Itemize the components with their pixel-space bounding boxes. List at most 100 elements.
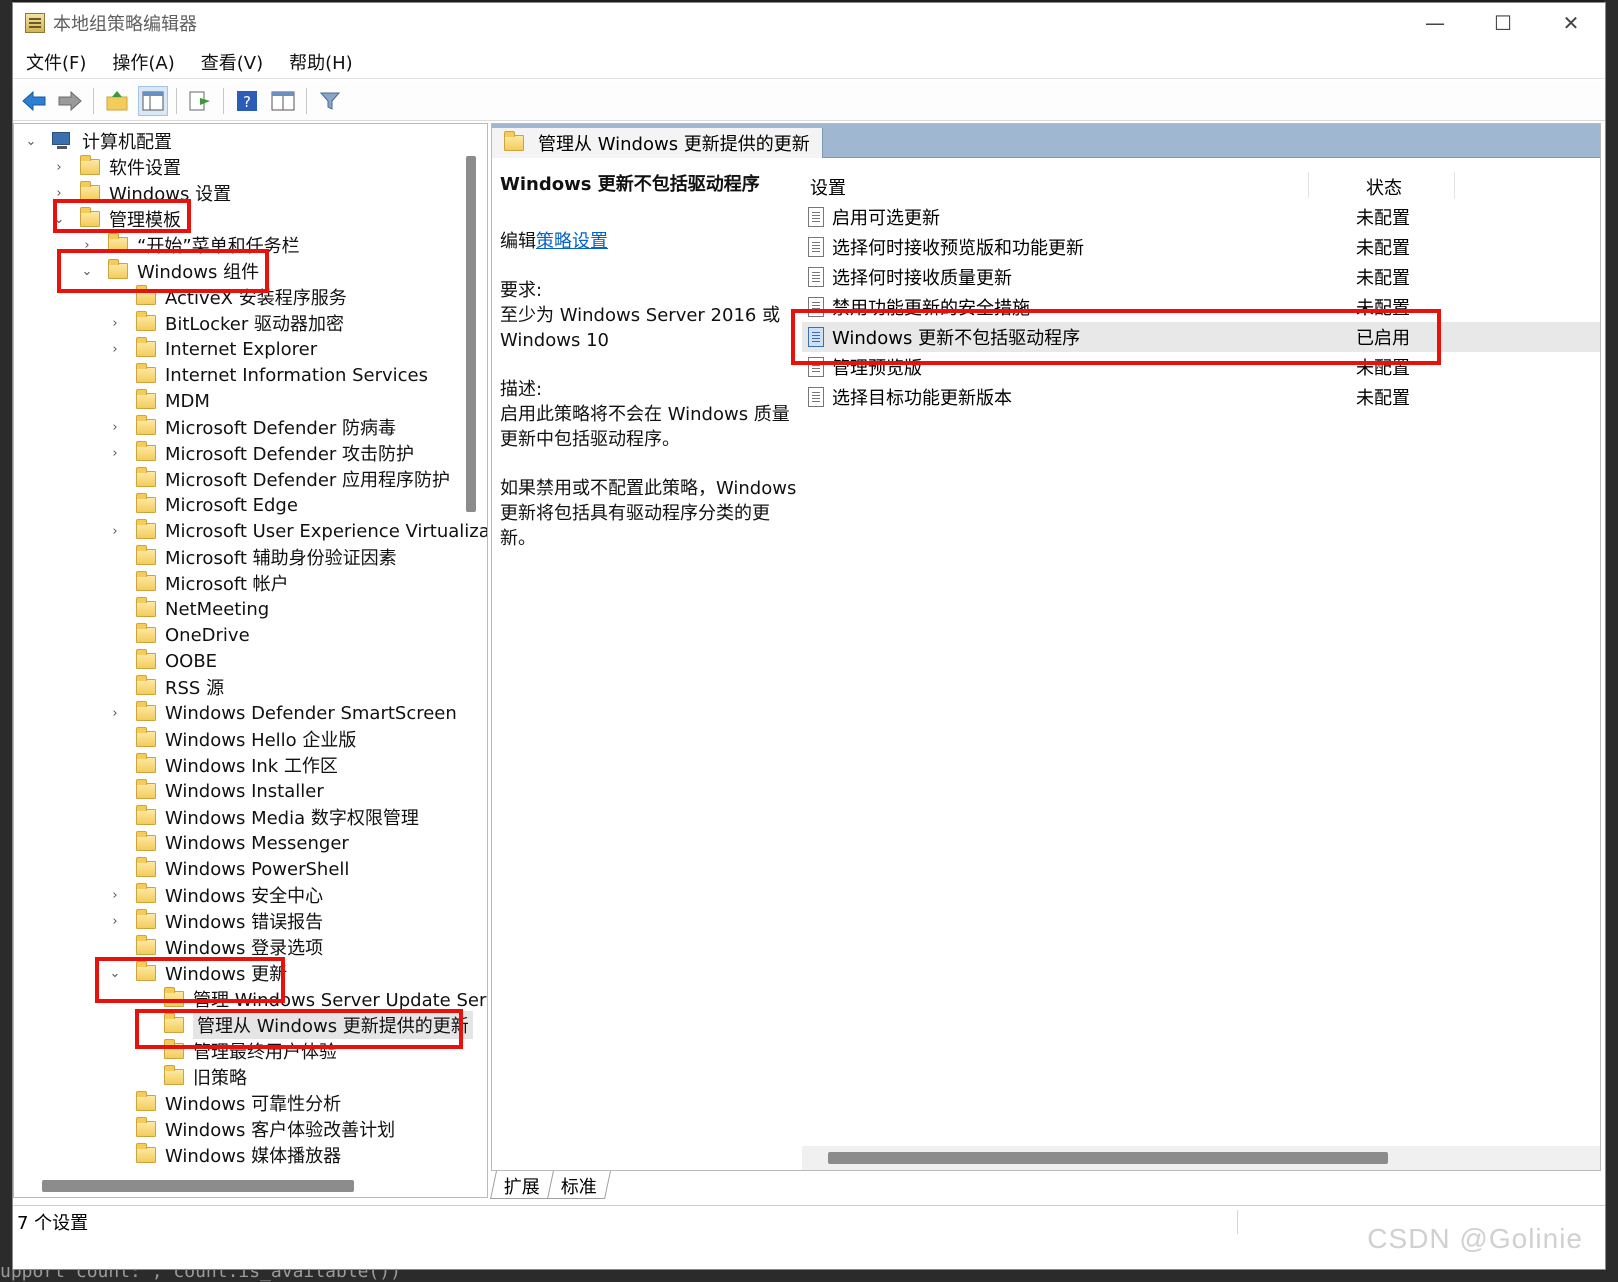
tree-item-powershell[interactable]: Windows PowerShell [108, 856, 349, 882]
folder-icon [136, 649, 156, 669]
chevron-right-icon[interactable]: › [108, 888, 122, 903]
tree-item-label: 旧策略 [193, 1068, 247, 1089]
policy-settings-link[interactable]: 策略设置 [536, 231, 608, 252]
tree-item-computer-config[interactable]: ⌄ 计算机配置 [24, 128, 172, 154]
menu-file[interactable]: 文件(F) [13, 49, 99, 75]
column-divider[interactable] [1454, 172, 1455, 198]
tab-standard[interactable]: 标准 [547, 1171, 611, 1199]
tree-item-defender-av[interactable]: › Microsoft Defender 防病毒 [108, 414, 396, 440]
settings-row-selected[interactable]: Windows 更新不包括驱动程序 已启用 [802, 322, 1600, 352]
tree-item-logon-options[interactable]: Windows 登录选项 [108, 934, 323, 960]
filter-icon[interactable] [315, 86, 345, 116]
settings-row[interactable]: 选择目标功能更新版本 未配置 [802, 382, 1600, 412]
tree-item-mdm[interactable]: MDM [108, 388, 210, 414]
chevron-right-icon[interactable]: › [108, 446, 122, 461]
settings-row[interactable]: 选择何时接收预览版和功能更新 未配置 [802, 232, 1600, 262]
list-horizontal-scrollbar[interactable] [828, 1152, 1388, 1164]
tree-item-legacy-policies[interactable]: 旧策略 [136, 1064, 247, 1090]
tree-item-activex[interactable]: ActiveX 安装程序服务 [108, 284, 347, 310]
tree-item-label: Windows 组件 [137, 262, 260, 283]
tree-item-media-drm[interactable]: Windows Media 数字权限管理 [108, 804, 419, 830]
column-divider[interactable] [1308, 172, 1309, 198]
status-divider [1237, 1210, 1238, 1234]
menu-view[interactable]: 查看(V) [188, 49, 276, 75]
tree-item-oobe[interactable]: OOBE [108, 648, 217, 674]
export-list-icon[interactable] [185, 86, 215, 116]
tree-item-installer[interactable]: Windows Installer [108, 778, 324, 804]
forward-icon[interactable] [55, 86, 85, 116]
tree-item-onedrive[interactable]: OneDrive [108, 622, 250, 648]
settings-row[interactable]: 禁用功能更新的安全措施 未配置 [802, 292, 1600, 322]
help-icon[interactable]: ? [232, 86, 262, 116]
chevron-right-icon[interactable]: › [108, 706, 122, 721]
tree-item-security-center[interactable]: › Windows 安全中心 [108, 882, 323, 908]
tree-item-reliability[interactable]: Windows 可靠性分析 [108, 1090, 341, 1116]
folder-icon [136, 935, 156, 955]
chevron-right-icon[interactable]: › [108, 342, 122, 357]
settings-row[interactable]: 管理预览版 未配置 [802, 352, 1600, 382]
tree-item-secondary-auth[interactable]: Microsoft 辅助身份验证因素 [108, 544, 397, 570]
chevron-right-icon[interactable]: › [52, 186, 66, 201]
folder-icon [136, 1117, 156, 1137]
column-header-setting[interactable]: 设置 [810, 174, 846, 200]
chevron-down-icon[interactable]: ⌄ [108, 966, 122, 981]
folder-icon [136, 675, 156, 695]
tree-horizontal-scrollbar[interactable] [42, 1180, 354, 1192]
tree-item-messenger[interactable]: Windows Messenger [108, 830, 349, 856]
properties-view-icon[interactable] [268, 86, 298, 116]
tab-extended[interactable]: 扩展 [490, 1171, 554, 1199]
tree-item-windows-settings[interactable]: › Windows 设置 [52, 180, 231, 206]
chevron-right-icon[interactable]: › [80, 238, 94, 253]
tree-item-label: Microsoft Defender 防病毒 [165, 418, 397, 439]
tree-item-error-reporting[interactable]: › Windows 错误报告 [108, 908, 323, 934]
tree-item-uev[interactable]: › Microsoft User Experience Virtualizatic [108, 518, 487, 544]
tree-item-edge[interactable]: Microsoft Edge [108, 492, 298, 518]
column-header-state[interactable]: 状态 [1366, 174, 1402, 200]
tree-item-ceip[interactable]: Windows 客户体验改善计划 [108, 1116, 395, 1142]
chevron-right-icon[interactable]: › [108, 420, 122, 435]
policy-setting-icon [808, 357, 824, 377]
chevron-right-icon[interactable]: › [108, 316, 122, 331]
settings-row[interactable]: 选择何时接收质量更新 未配置 [802, 262, 1600, 292]
tree-item-windows-update[interactable]: ⌄ Windows 更新 [108, 960, 287, 986]
tree-item-defender-appguard[interactable]: Microsoft Defender 应用程序防护 [108, 466, 450, 492]
tree-item-bitlocker[interactable]: › BitLocker 驱动器加密 [108, 310, 344, 336]
menu-help[interactable]: 帮助(H) [276, 49, 366, 75]
tree-item-hello[interactable]: Windows Hello 企业版 [108, 726, 356, 752]
tree-item-wsus[interactable]: 管理 Windows Server Update Serv [136, 986, 487, 1012]
tree-item-internet-explorer[interactable]: › Internet Explorer [108, 336, 317, 362]
back-icon[interactable] [19, 86, 49, 116]
tree-item-updates-from-wu[interactable]: 管理从 Windows 更新提供的更新 [136, 1011, 473, 1039]
tree-item-ink[interactable]: Windows Ink 工作区 [108, 752, 338, 778]
chevron-right-icon[interactable]: › [108, 524, 122, 539]
show-hide-tree-icon[interactable] [138, 85, 168, 116]
tree-item-end-user-exp[interactable]: 管理最终用户体验 [136, 1038, 337, 1064]
folder-icon [80, 155, 100, 175]
tree-item-admin-templates[interactable]: ⌄ 管理模板 [52, 206, 181, 232]
tree-item-label: Windows 安全中心 [165, 886, 324, 907]
close-button[interactable]: ✕ [1537, 3, 1605, 43]
maximize-button[interactable]: ☐ [1469, 3, 1537, 43]
tree-item-iis[interactable]: Internet Information Services [108, 362, 428, 388]
tree-item-defender-exploit[interactable]: › Microsoft Defender 攻击防护 [108, 440, 414, 466]
menu-action[interactable]: 操作(A) [99, 49, 187, 75]
tree-item-ms-account[interactable]: Microsoft 帐户 [108, 570, 289, 596]
tree-item-rss[interactable]: RSS 源 [108, 674, 224, 700]
tree-item-software-settings[interactable]: › 软件设置 [52, 154, 181, 180]
tree-item-smartscreen[interactable]: › Windows Defender SmartScreen [108, 700, 457, 726]
chevron-right-icon[interactable]: › [52, 160, 66, 175]
chevron-down-icon[interactable]: ⌄ [52, 212, 66, 227]
chevron-right-icon[interactable]: › [108, 914, 122, 929]
tree-item-start-menu[interactable]: › “开始”菜单和任务栏 [80, 232, 300, 258]
up-folder-icon[interactable] [102, 86, 132, 116]
chevron-down-icon[interactable]: ⌄ [24, 134, 38, 149]
tree-item-netmeeting[interactable]: NetMeeting [108, 596, 269, 622]
tree-item-windows-components[interactable]: ⌄ Windows 组件 [80, 258, 259, 284]
tree-item-media-player[interactable]: Windows 媒体播放器 [108, 1142, 341, 1168]
tree-vertical-scrollbar[interactable] [466, 156, 476, 512]
chevron-down-icon[interactable]: ⌄ [80, 264, 94, 279]
tree-item-label: 计算机配置 [82, 132, 172, 153]
svg-text:?: ? [243, 93, 251, 111]
settings-row[interactable]: 启用可选更新 未配置 [802, 202, 1600, 232]
minimize-button[interactable]: — [1401, 3, 1469, 43]
